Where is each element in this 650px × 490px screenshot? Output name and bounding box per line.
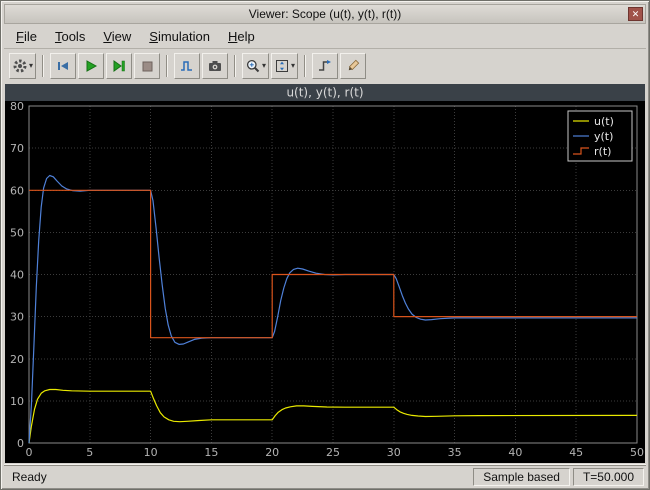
y-tick-label: 70	[10, 142, 24, 155]
statusbar: Ready Sample based T=50.000	[4, 465, 646, 486]
zoom-button[interactable]: ▾	[242, 52, 270, 79]
sim-time-panel: T=50.000	[572, 467, 644, 486]
menubar: File Tools View Simulation Help	[4, 24, 646, 49]
fit-to-view-button[interactable]: ▾	[271, 52, 299, 79]
menu-view[interactable]: View	[95, 26, 139, 47]
x-tick-label: 45	[569, 446, 583, 459]
plot-region: u(t), y(t), r(t) 0 5 10 15 20 25 30 35 40 45 50 0 10 2…	[5, 84, 645, 463]
chevron-down-icon: ▾	[29, 61, 34, 70]
magnifier-icon	[246, 59, 260, 72]
y-tick-label: 60	[10, 184, 24, 197]
step-back-icon	[58, 61, 69, 70]
toolbar-divider	[304, 54, 307, 77]
trigger-step-icon	[319, 59, 332, 71]
y-tick-label: 30	[10, 311, 24, 324]
close-icon: ✕	[631, 9, 640, 19]
sample-mode-panel: Sample based	[473, 467, 570, 486]
toolbar-divider	[166, 54, 169, 77]
highlight-signal-button[interactable]	[174, 52, 201, 79]
fit-axes-icon	[276, 59, 289, 72]
titlebar: Viewer: Scope (u(t), y(t), r(t)) ✕	[4, 4, 646, 24]
window-title: Viewer: Scope (u(t), y(t), r(t))	[248, 7, 402, 21]
step-forward-button[interactable]	[106, 52, 133, 79]
status-text: Ready	[12, 469, 47, 484]
measurements-button[interactable]	[340, 52, 367, 79]
chart-background	[5, 84, 645, 463]
y-tick-label: 50	[10, 226, 24, 239]
signal-icon	[181, 60, 193, 71]
x-tick-label: 15	[204, 446, 218, 459]
play-icon	[86, 59, 98, 72]
scope-chart: u(t), y(t), r(t) 0 5 10 15 20 25 30 35 40 45 50 0 10 2…	[5, 84, 645, 463]
x-tick-label: 40	[508, 446, 522, 459]
menu-file[interactable]: File	[8, 26, 45, 47]
y-tick-label: 0	[17, 437, 24, 450]
menu-tools[interactable]: Tools	[47, 26, 93, 47]
legend-label: u(t)	[594, 115, 614, 128]
menu-help[interactable]: Help	[220, 26, 263, 47]
x-tick-label: 30	[387, 446, 401, 459]
toolbar-divider	[234, 54, 237, 77]
menu-simulation[interactable]: Simulation	[141, 26, 218, 47]
camera-icon	[209, 60, 222, 71]
legend-label: r(t)	[594, 145, 611, 158]
x-tick-label: 20	[265, 446, 279, 459]
x-tick-label: 5	[86, 446, 93, 459]
x-tick-label: 10	[144, 446, 158, 459]
chart-title: u(t), y(t), r(t)	[286, 86, 363, 100]
run-button[interactable]	[78, 52, 105, 79]
settings-button[interactable]: ▾	[9, 52, 37, 79]
x-tick-label: 0	[26, 446, 33, 459]
y-tick-label: 80	[10, 100, 24, 113]
chevron-down-icon: ▾	[291, 61, 296, 70]
legend-label: y(t)	[594, 130, 613, 143]
x-tick-label: 35	[448, 446, 462, 459]
x-tick-label: 50	[630, 446, 644, 459]
gear-icon	[13, 59, 27, 72]
close-button[interactable]: ✕	[628, 7, 643, 21]
toolbar-divider	[42, 54, 45, 77]
y-tick-label: 10	[10, 395, 24, 408]
toolbar: ▾ ▾ ▾	[4, 49, 646, 82]
scope-window: Viewer: Scope (u(t), y(t), r(t)) ✕ File …	[0, 0, 650, 490]
stop-icon	[142, 61, 153, 71]
stop-button[interactable]	[134, 52, 161, 79]
step-forward-icon	[113, 59, 125, 72]
snapshot-button[interactable]	[202, 52, 229, 79]
y-tick-label: 20	[10, 353, 24, 366]
triggers-button[interactable]	[312, 52, 339, 79]
chevron-down-icon: ▾	[262, 61, 267, 70]
x-tick-label: 25	[326, 446, 340, 459]
pencil-icon	[348, 59, 360, 70]
y-tick-label: 40	[10, 269, 24, 282]
step-back-button[interactable]	[50, 52, 77, 79]
